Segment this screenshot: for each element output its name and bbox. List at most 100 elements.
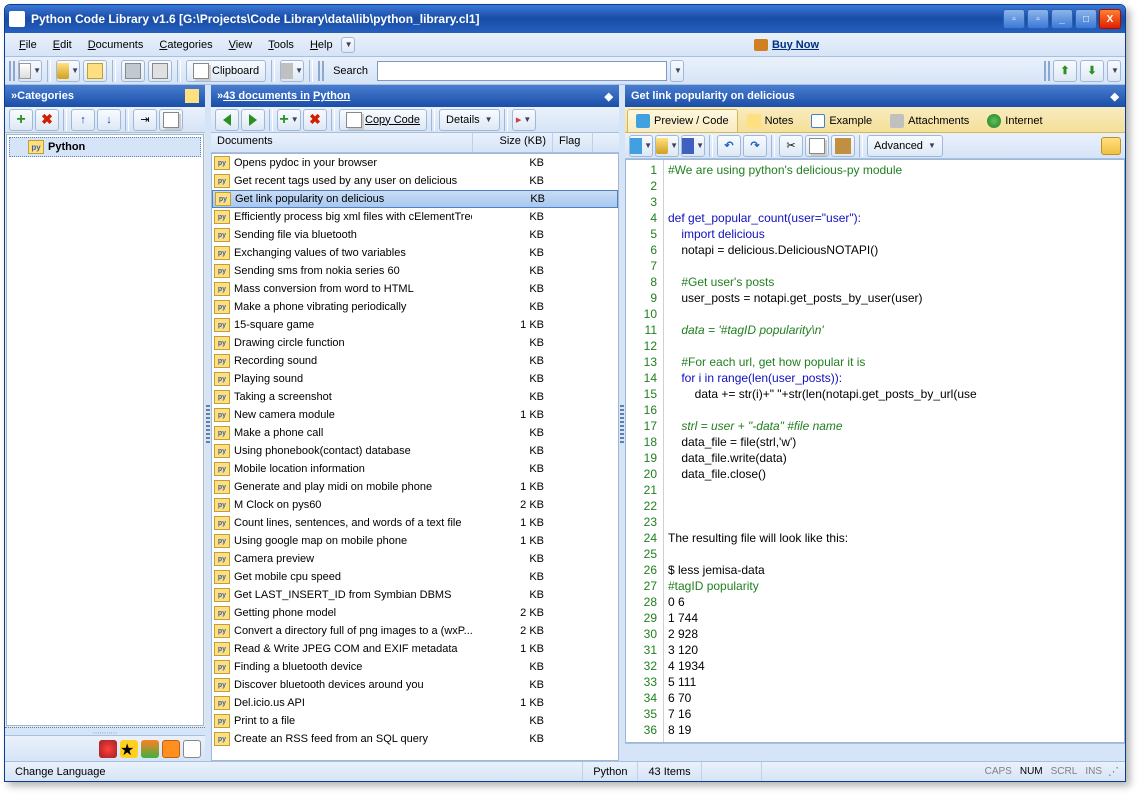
doc-category-link[interactable]: Python	[313, 90, 350, 102]
delete-category-button[interactable]: ✖	[35, 109, 59, 131]
document-row[interactable]: pyMake a phone callKB	[212, 424, 618, 442]
document-row[interactable]: pySending file via bluetoothKB	[212, 226, 618, 244]
clipboard-button[interactable]: Clipboard	[186, 60, 266, 82]
col-size[interactable]: Size (KB)	[473, 133, 553, 152]
add-category-button[interactable]: +	[9, 109, 33, 131]
flag-icon[interactable]	[141, 740, 159, 758]
ed-open-button[interactable]: ▼	[655, 135, 679, 157]
delete-doc-button[interactable]: ✖	[303, 109, 327, 131]
menu-file[interactable]: File	[11, 36, 45, 54]
document-row[interactable]: pyDel.icio.us API1 KB	[212, 694, 618, 712]
document-row[interactable]: pyUsing phonebook(contact) databaseKB	[212, 442, 618, 460]
document-row[interactable]: pyGenerate and play midi on mobile phone…	[212, 478, 618, 496]
details-button[interactable]: Details▼	[439, 109, 500, 131]
nav-down-button[interactable]: ⬇	[1080, 60, 1104, 82]
tab-example[interactable]: Example	[802, 109, 881, 132]
category-node-python[interactable]: py Python	[9, 137, 201, 157]
category-tree[interactable]: py Python	[6, 134, 204, 726]
advanced-button[interactable]: Advanced▼	[867, 135, 943, 157]
menu-tools[interactable]: Tools	[260, 36, 302, 54]
code-content[interactable]: #We are using python's delicious-py modu…	[664, 160, 1124, 742]
close-button[interactable]: X	[1099, 9, 1121, 29]
flag-dropdown-button[interactable]: ▸▼	[512, 109, 536, 131]
document-row[interactable]: pyPlaying soundKB	[212, 370, 618, 388]
change-language-link[interactable]: Change Language	[9, 766, 112, 778]
document-row[interactable]: pyUsing google map on mobile phone1 KB	[212, 532, 618, 550]
doc-next-button[interactable]	[241, 109, 265, 131]
document-row[interactable]: py15-square game1 KB	[212, 316, 618, 334]
paste-button[interactable]	[159, 109, 183, 131]
maximize-button[interactable]: □	[1075, 9, 1097, 29]
star-icon[interactable]: ★	[120, 740, 138, 758]
document-row[interactable]: pyDiscover bluetooth devices around youK…	[212, 676, 618, 694]
document-row[interactable]: pyGet link popularity on deliciousKB	[212, 190, 618, 208]
document-row[interactable]: pyPrint to a fileKB	[212, 712, 618, 730]
document-row[interactable]: pyCamera previewKB	[212, 550, 618, 568]
red-ball-icon[interactable]	[99, 740, 117, 758]
toolbar-grip3[interactable]	[1044, 61, 1050, 81]
document-row[interactable]: pyExchanging values of two variablesKB	[212, 244, 618, 262]
resize-grip[interactable]: ⋰	[1106, 765, 1121, 778]
document-row[interactable]: pyMake a phone vibrating periodicallyKB	[212, 298, 618, 316]
menu-edit[interactable]: Edit	[45, 36, 80, 54]
document-row[interactable]: pyOpens pydoc in your browserKB	[212, 154, 618, 172]
code-editor[interactable]: 1234567891011121314151617181920212223242…	[625, 159, 1125, 743]
preview-button[interactable]	[148, 60, 172, 82]
document-row[interactable]: pyRecording soundKB	[212, 352, 618, 370]
undo-button[interactable]: ↶	[717, 135, 741, 157]
ed-view-button[interactable]: ▼	[629, 135, 653, 157]
document-row[interactable]: pyTaking a screenshotKB	[212, 388, 618, 406]
new-button[interactable]: ▼	[18, 60, 42, 82]
cut-button[interactable]: ✂	[779, 135, 803, 157]
document-row[interactable]: pyGet mobile cpu speedKB	[212, 568, 618, 586]
restore1-button[interactable]: ▫	[1003, 9, 1025, 29]
save-button[interactable]	[83, 60, 107, 82]
toolbar-grip[interactable]	[9, 61, 15, 81]
document-row[interactable]: pySending sms from nokia series 60KB	[212, 262, 618, 280]
menu-categories[interactable]: Categories	[151, 36, 220, 54]
add-doc-button[interactable]: +▼	[277, 109, 301, 131]
move-down-button[interactable]: ↓	[97, 109, 121, 131]
doc-count-link[interactable]: 43 documents in	[223, 90, 310, 102]
document-row[interactable]: pyDrawing circle functionKB	[212, 334, 618, 352]
move-up-button[interactable]: ↑	[71, 109, 95, 131]
expand-button[interactable]: ⇥	[133, 109, 157, 131]
collapse-icon[interactable]: ◆	[605, 90, 613, 103]
col-flag[interactable]: Flag	[553, 133, 593, 152]
document-list[interactable]: pyOpens pydoc in your browserKBpyGet rec…	[211, 153, 619, 761]
restore2-button[interactable]: ▫	[1027, 9, 1049, 29]
menu-view[interactable]: View	[221, 36, 261, 54]
minimize-button[interactable]: _	[1051, 9, 1073, 29]
paste-button2[interactable]	[831, 135, 855, 157]
document-row[interactable]: pyConvert a directory full of png images…	[212, 622, 618, 640]
document-row[interactable]: pyCount lines, sentences, and words of a…	[212, 514, 618, 532]
document-row[interactable]: pyGet recent tags used by any user on de…	[212, 172, 618, 190]
copy-button[interactable]	[805, 135, 829, 157]
tools-button[interactable]: ▼	[280, 60, 304, 82]
lock-icon[interactable]	[1101, 137, 1121, 155]
nav-up-button[interactable]: ⬆	[1053, 60, 1077, 82]
doc-prev-button[interactable]	[215, 109, 239, 131]
search-dropdown[interactable]: ▼	[670, 60, 684, 82]
tab-attachments[interactable]: Attachments	[881, 109, 978, 132]
menu-dropdown-icon[interactable]: ▼	[341, 37, 355, 53]
document-row[interactable]: pyM Clock on pys602 KB	[212, 496, 618, 514]
toolbar-grip2[interactable]	[318, 61, 324, 81]
menu-help[interactable]: Help	[302, 36, 341, 54]
open-button[interactable]: ▼	[56, 60, 80, 82]
copy-code-button[interactable]: Copy Code	[339, 109, 427, 131]
horizontal-scrollbar[interactable]	[625, 743, 1125, 761]
document-row[interactable]: pyNew camera module1 KB	[212, 406, 618, 424]
document-row[interactable]: pyMass conversion from word to HTMLKB	[212, 280, 618, 298]
document-row[interactable]: pyGetting phone model2 KB	[212, 604, 618, 622]
col-documents[interactable]: Documents	[211, 133, 473, 152]
ed-save-button[interactable]: ▼	[681, 135, 705, 157]
tab-preview-code[interactable]: Preview / Code	[627, 109, 738, 132]
document-row[interactable]: pyGet LAST_INSERT_ID from Symbian DBMSKB	[212, 586, 618, 604]
document-row[interactable]: pyRead & Write JPEG COM and EXIF metadat…	[212, 640, 618, 658]
document-row[interactable]: pyMobile location informationKB	[212, 460, 618, 478]
page-icon2[interactable]	[183, 740, 201, 758]
editor-collapse-icon[interactable]: ◆	[1111, 90, 1119, 103]
print-button[interactable]	[121, 60, 145, 82]
nav-dropdown[interactable]: ▼	[1107, 60, 1121, 82]
